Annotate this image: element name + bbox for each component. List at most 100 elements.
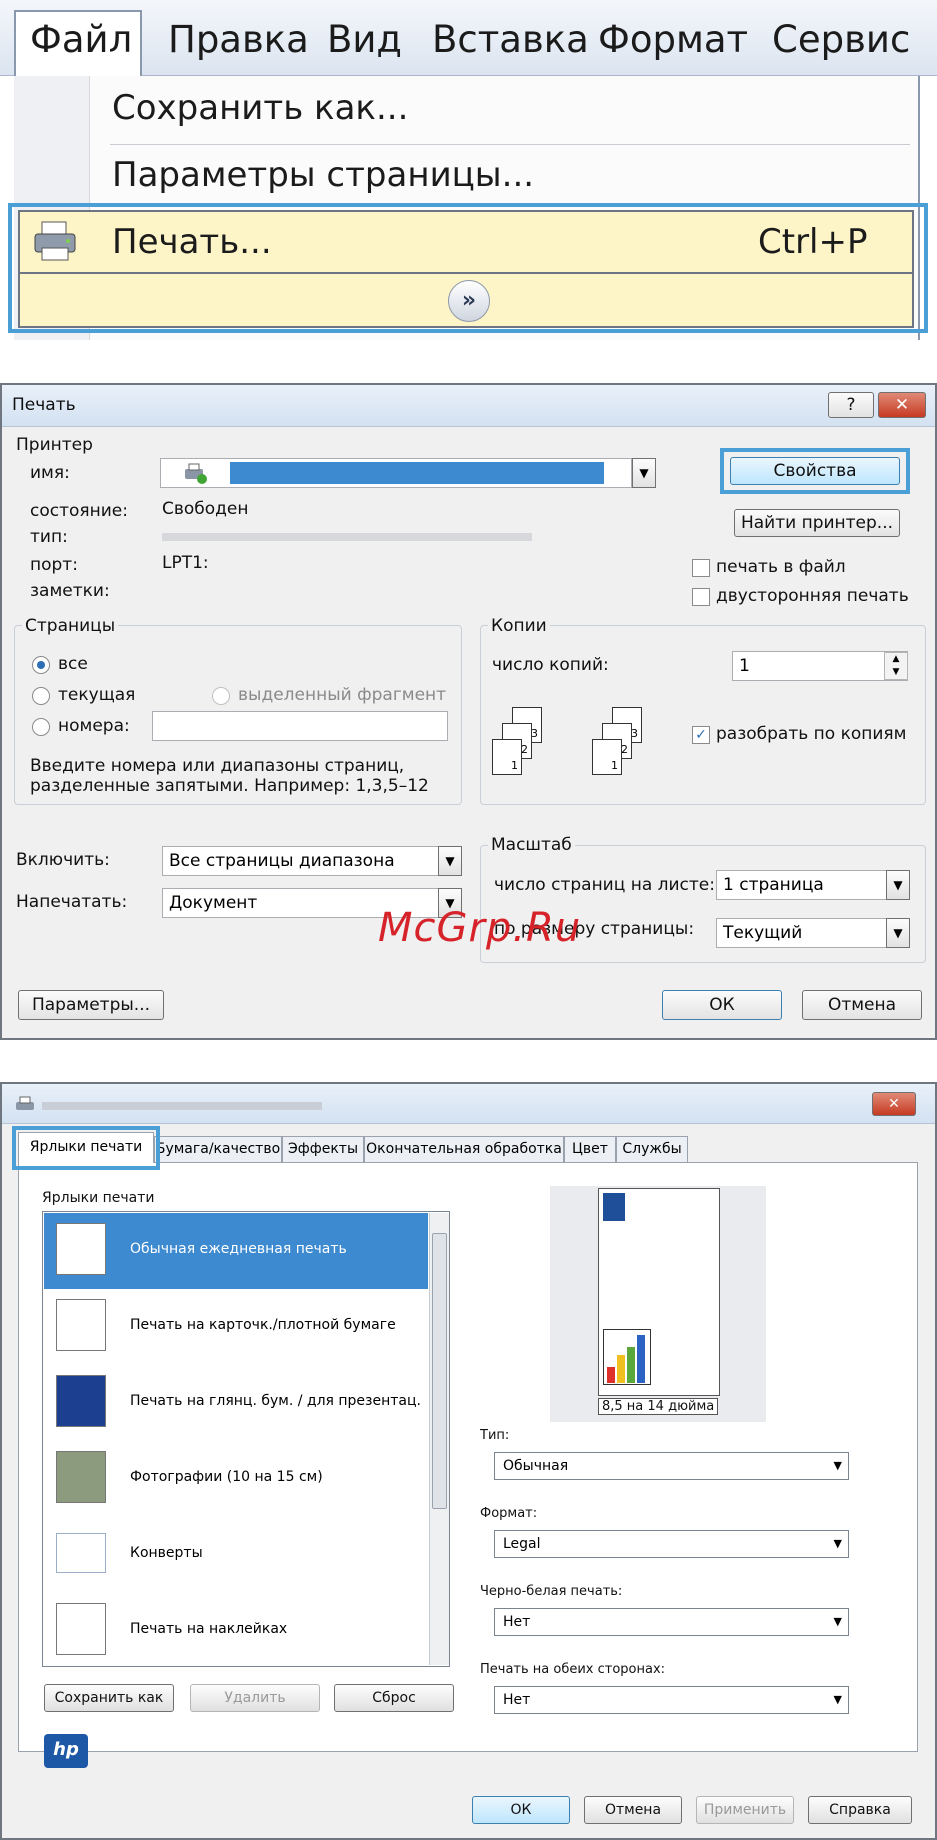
duplex-checkbox[interactable] bbox=[692, 588, 710, 606]
options-button[interactable]: Параметры... bbox=[18, 990, 164, 1020]
list-item[interactable]: Фотографии (10 на 15 см) bbox=[44, 1441, 428, 1517]
radio-selection-label: выделенный фрагмент bbox=[238, 685, 447, 705]
port-label: порт: bbox=[30, 555, 78, 575]
list-item[interactable]: Печать на наклейках bbox=[44, 1593, 428, 1666]
list-item[interactable]: Печать на карточк./плотной бумаге bbox=[44, 1289, 428, 1365]
help-button[interactable]: Справка bbox=[808, 1796, 912, 1824]
include-select[interactable]: Все страницы диапазона bbox=[162, 846, 462, 876]
menu-format[interactable]: Формат bbox=[598, 18, 748, 61]
list-item[interactable]: Печать на глянц. бум. / для презентац. bbox=[44, 1365, 428, 1441]
type-value-blurred bbox=[162, 533, 532, 541]
pages-group-label: Страницы bbox=[22, 616, 119, 636]
separator bbox=[110, 144, 910, 145]
document-icon bbox=[56, 1223, 106, 1275]
tab-paper-quality[interactable]: Бумага/качество bbox=[154, 1136, 282, 1163]
double-chevron-down-icon[interactable]: » bbox=[448, 280, 490, 322]
printer-icon bbox=[32, 220, 78, 262]
menu-file[interactable]: Файл bbox=[30, 18, 132, 61]
list-item[interactable]: Обычная ежедневная печать bbox=[44, 1213, 428, 1289]
tab-effects[interactable]: Эффекты bbox=[282, 1136, 364, 1163]
include-select-arrow[interactable]: ▼ bbox=[438, 846, 462, 876]
duplex-label: Печать на обеих сторонах: bbox=[480, 1662, 666, 1677]
copies-label: число копий: bbox=[492, 655, 609, 675]
radio-pages-label: номера: bbox=[58, 716, 130, 736]
format-label: Формат: bbox=[480, 1506, 538, 1521]
help-button[interactable]: ? bbox=[828, 392, 874, 418]
labels-icon bbox=[56, 1603, 106, 1655]
list-scrollbar[interactable] bbox=[429, 1213, 449, 1665]
printer-icon bbox=[14, 1096, 36, 1114]
tab-highlight-frame bbox=[12, 1126, 160, 1170]
print-dialog: Печать ? ✕ Принтер имя: ▼ Свойства состо… bbox=[0, 383, 937, 1040]
tab-services[interactable]: Службы bbox=[616, 1136, 688, 1163]
scale-to-paper-arrow[interactable]: ▼ bbox=[886, 918, 910, 948]
pages-input[interactable] bbox=[152, 711, 448, 741]
collate-page-1: 1 bbox=[492, 739, 522, 775]
menu-view[interactable]: Вид bbox=[327, 18, 402, 61]
collate-label: разобрать по копиям bbox=[716, 724, 907, 744]
printer-status-icon bbox=[182, 463, 208, 485]
copies-spinner[interactable]: ▲ ▼ bbox=[884, 652, 908, 680]
radio-all[interactable] bbox=[32, 656, 50, 674]
print-to-file-checkbox[interactable] bbox=[692, 559, 710, 577]
menu-item-page-setup[interactable]: Параметры страницы... bbox=[112, 155, 534, 195]
list-item[interactable]: Конверты bbox=[44, 1517, 428, 1593]
print-to-file-label: печать в файл bbox=[716, 557, 846, 577]
delete-button[interactable]: Удалить bbox=[190, 1684, 320, 1712]
presentation-icon bbox=[56, 1375, 106, 1427]
duplex-label: двусторонняя печать bbox=[716, 586, 909, 606]
reset-button[interactable]: Сброс bbox=[334, 1684, 454, 1712]
preview-page bbox=[598, 1188, 720, 1396]
close-button[interactable]: ✕ bbox=[878, 392, 926, 418]
type-label: Тип: bbox=[480, 1428, 510, 1443]
word-file-menu-panel: Файл Правка Вид Вставка Формат Сервис Со… bbox=[0, 0, 937, 340]
collate-page-1b: 1 bbox=[592, 739, 622, 775]
menu-item-save-as[interactable]: Сохранить как... bbox=[112, 88, 408, 128]
pages-per-sheet-select[interactable]: 1 страница bbox=[716, 870, 910, 900]
radio-pages[interactable] bbox=[32, 718, 50, 736]
title-bar bbox=[2, 385, 935, 427]
card-stock-icon bbox=[56, 1299, 106, 1351]
radio-selection[interactable] bbox=[212, 687, 230, 705]
radio-current[interactable] bbox=[32, 687, 50, 705]
cancel-button[interactable]: Отмена bbox=[584, 1796, 682, 1824]
pages-hint-2: разделенные запятыми. Например: 1,3,5–12 bbox=[30, 776, 429, 796]
properties-button[interactable]: Свойства bbox=[730, 457, 900, 485]
bw-select[interactable]: Нет ▼ bbox=[494, 1608, 849, 1636]
print-what-label: Напечатать: bbox=[16, 892, 128, 912]
menu-tools[interactable]: Сервис bbox=[772, 18, 910, 61]
ok-button[interactable]: ОК bbox=[472, 1796, 570, 1824]
save-as-button[interactable]: Сохранить как bbox=[44, 1684, 174, 1712]
printer-select-arrow[interactable]: ▼ bbox=[632, 458, 656, 488]
hp-logo: hp bbox=[44, 1734, 88, 1768]
include-label: Включить: bbox=[16, 850, 110, 870]
scale-to-paper-select[interactable]: Текущий bbox=[716, 918, 910, 948]
status-label: состояние: bbox=[30, 501, 128, 521]
print-shortcut: Ctrl+P bbox=[758, 222, 868, 262]
ok-button[interactable]: ОК bbox=[662, 990, 782, 1020]
scale-group-label: Масштаб bbox=[488, 835, 575, 855]
close-button[interactable]: ✕ bbox=[872, 1092, 916, 1116]
envelope-icon bbox=[56, 1533, 106, 1573]
menu-edit[interactable]: Правка bbox=[168, 18, 309, 61]
title-text-blurred bbox=[42, 1102, 322, 1110]
copies-input[interactable]: 1 bbox=[732, 651, 908, 681]
dialog-title: Печать bbox=[12, 395, 76, 415]
radio-current-label: текущая bbox=[58, 685, 136, 705]
tab-finishing[interactable]: Окончательная обработка bbox=[364, 1136, 564, 1163]
pages-per-sheet-arrow[interactable]: ▼ bbox=[886, 870, 910, 900]
apply-button[interactable]: Применить bbox=[696, 1796, 794, 1824]
pages-per-sheet-label: число страниц на листе: bbox=[494, 875, 715, 895]
preview-caption: 8,5 на 14 дюйма bbox=[598, 1398, 719, 1415]
collate-checkbox[interactable]: ✓ bbox=[692, 726, 710, 744]
shortcuts-list[interactable]: Обычная ежедневная печать Печать на карт… bbox=[42, 1211, 450, 1667]
format-select[interactable]: Legal ▼ bbox=[494, 1530, 849, 1558]
cancel-button[interactable]: Отмена bbox=[802, 990, 922, 1020]
tab-color[interactable]: Цвет bbox=[564, 1136, 616, 1163]
duplex-select[interactable]: Нет ▼ bbox=[494, 1686, 849, 1714]
type-select[interactable]: Обычная ▼ bbox=[494, 1452, 849, 1480]
watermark: McGrp.Ru bbox=[378, 905, 582, 951]
menu-insert[interactable]: Вставка bbox=[432, 18, 589, 61]
pages-hint-1: Введите номера или диапазоны страниц, bbox=[30, 756, 405, 776]
find-printer-button[interactable]: Найти принтер... bbox=[734, 509, 900, 537]
